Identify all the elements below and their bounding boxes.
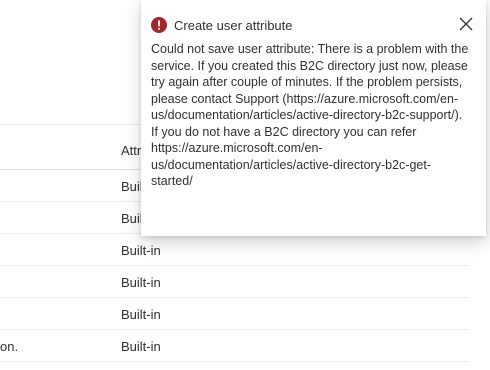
cell-attribute-type: Built-in xyxy=(121,243,161,258)
notification-header: Create user attribute xyxy=(151,16,293,34)
cell-name: on. xyxy=(0,339,19,354)
table-row[interactable]: Built-in xyxy=(0,234,470,266)
notification-title: Create user attribute xyxy=(174,17,293,33)
help-message: If you do not have a B2C directory you c… xyxy=(151,124,431,189)
close-button[interactable] xyxy=(456,14,476,34)
close-icon xyxy=(459,17,473,31)
error-message: Could not save user attribute: There is … xyxy=(151,42,469,122)
error-icon xyxy=(151,17,167,33)
table-row[interactable]: Built-in xyxy=(0,266,470,298)
cell-attribute-type: Built-in xyxy=(121,275,161,290)
table-row[interactable]: on. Built-in xyxy=(0,330,470,362)
table-row[interactable]: Built-in xyxy=(0,298,470,330)
cell-attribute-type: Built-in xyxy=(121,339,161,354)
notification-message: Could not save user attribute: There is … xyxy=(151,41,471,190)
error-notification: Create user attribute Could not save use… xyxy=(141,0,486,236)
cell-attribute-type: Built-in xyxy=(121,307,161,322)
page: Attribute type Built-in Built-in Built-i… xyxy=(0,0,490,370)
